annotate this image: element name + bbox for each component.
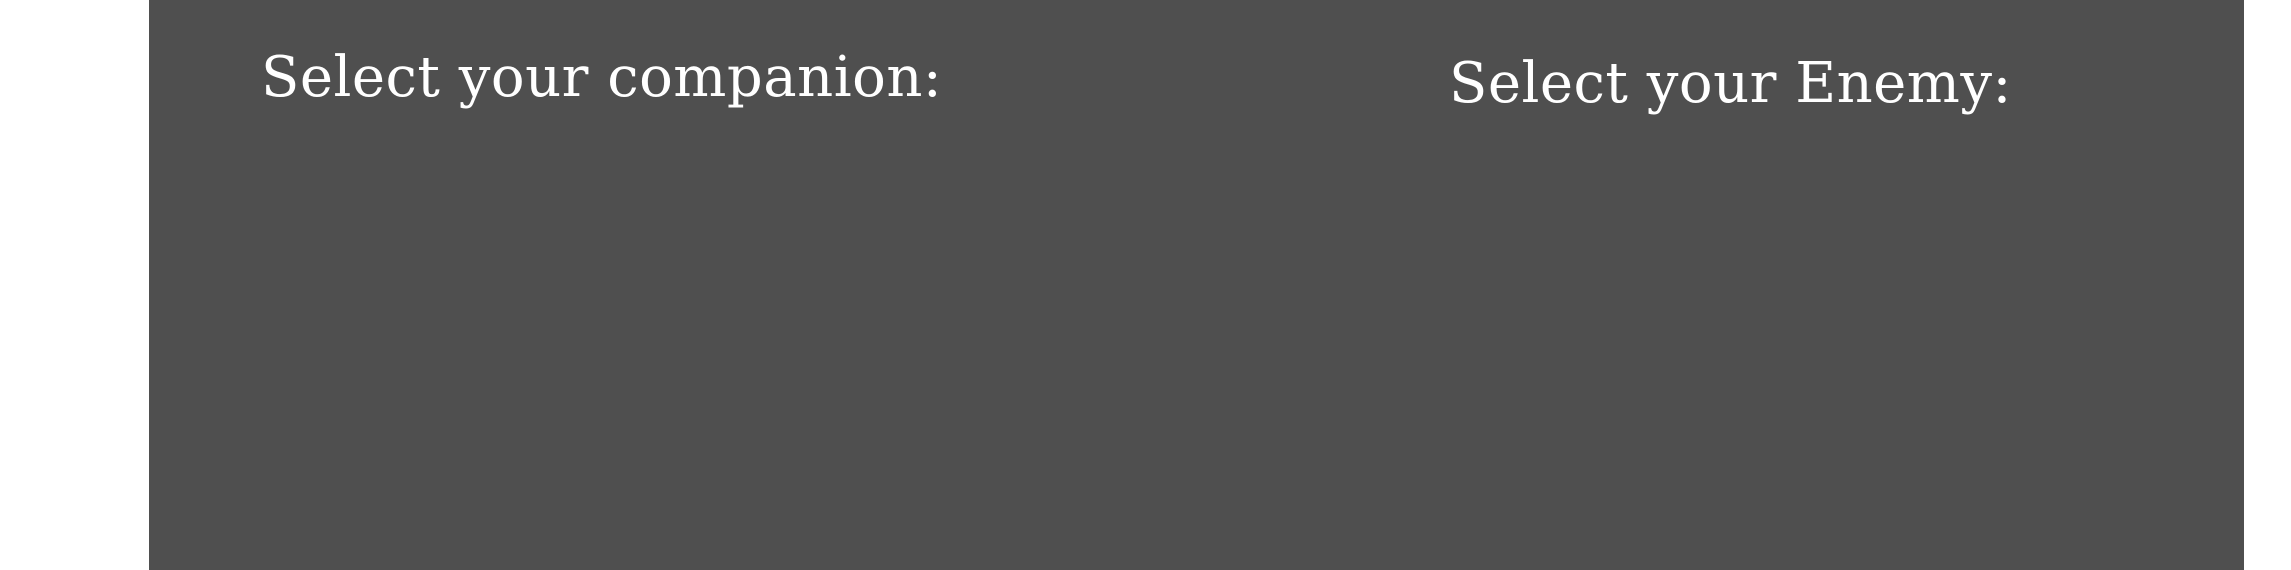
companion-heading: Select your companion:: [261, 45, 943, 110]
selection-screen: Select your companion: Select your Enemy…: [149, 0, 2244, 570]
companion-selection-area: [209, 130, 1109, 550]
enemy-selection-area: [1349, 130, 2189, 550]
enemy-heading: Select your Enemy:: [1449, 51, 2012, 116]
